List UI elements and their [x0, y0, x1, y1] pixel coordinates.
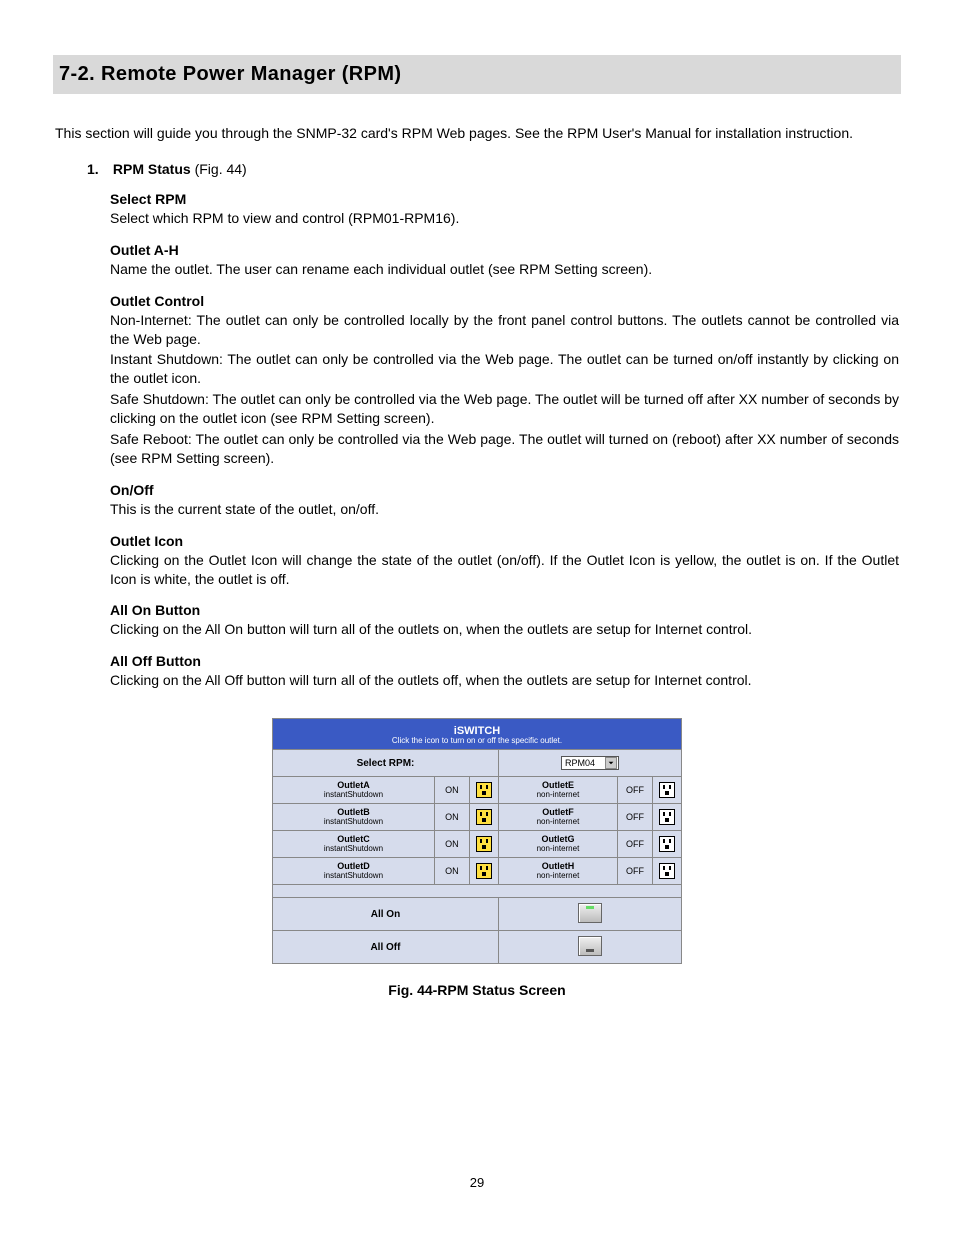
spacer: [273, 885, 682, 898]
outlet-icon[interactable]: [476, 863, 492, 879]
outlet-row: OutletCinstantShutdown ON OutletGnon-int…: [273, 831, 682, 858]
outlet-name-cell: OutletE non-internet: [498, 777, 617, 804]
outlet-name: OutletE: [542, 780, 574, 790]
outlet-name: OutletA: [337, 780, 370, 790]
text-outlet-control-2: Instant Shutdown: The outlet can only be…: [110, 350, 899, 388]
all-on-cell: [498, 898, 681, 931]
outlet-row: OutletBinstantShutdown ON OutletFnon-int…: [273, 804, 682, 831]
outlet-icon[interactable]: [476, 782, 492, 798]
section-number: 7-2.: [59, 63, 95, 85]
all-off-cell: [498, 931, 681, 964]
outlet-state: ON: [434, 777, 469, 804]
heading-outlet-control: Outlet Control: [110, 293, 899, 309]
all-off-label: All Off: [273, 931, 499, 964]
rpm-dropdown[interactable]: RPM04: [561, 756, 619, 770]
outlet-mode: non-internet: [500, 845, 616, 853]
select-rpm-label: Select RPM:: [273, 750, 499, 777]
text-all-off: Clicking on the All Off button will turn…: [110, 671, 899, 690]
outlet-icon[interactable]: [659, 863, 675, 879]
outlet-state: ON: [434, 858, 469, 885]
outlet-state: OFF: [618, 858, 653, 885]
outlet-name: OutletF: [542, 807, 574, 817]
list-item-number: 1.: [87, 161, 109, 177]
heading-outlet-ah: Outlet A-H: [110, 242, 899, 258]
heading-outlet-icon: Outlet Icon: [110, 533, 899, 549]
outlet-mode: instantShutdown: [274, 791, 433, 799]
list-item-title: RPM Status: [113, 161, 191, 177]
text-onoff: This is the current state of the outlet,…: [110, 500, 899, 519]
outlet-state: OFF: [618, 804, 653, 831]
outlet-mode: non-internet: [500, 872, 616, 880]
intro-paragraph: This section will guide you through the …: [55, 124, 899, 143]
outlet-mode: instantShutdown: [274, 818, 433, 826]
iswitch-title-cell: iSWITCH Click the icon to turn on or off…: [273, 719, 682, 750]
text-all-on: Clicking on the All On button will turn …: [110, 620, 899, 639]
iswitch-title: iSWITCH: [454, 725, 500, 737]
outlet-icon[interactable]: [659, 809, 675, 825]
outlet-icon[interactable]: [659, 836, 675, 852]
outlet-icon-cell: [469, 777, 498, 804]
outlet-name: OutletB: [337, 807, 370, 817]
outlet-icon[interactable]: [476, 836, 492, 852]
figure-caption: Fig. 44-RPM Status Screen: [388, 982, 565, 998]
outlet-mode: instantShutdown: [274, 845, 433, 853]
text-select-rpm: Select which RPM to view and control (RP…: [110, 209, 899, 228]
outlet-icon[interactable]: [476, 809, 492, 825]
outlet-name: OutletG: [541, 834, 574, 844]
all-on-label: All On: [273, 898, 499, 931]
outlet-state: ON: [434, 831, 469, 858]
all-off-button[interactable]: [578, 936, 602, 956]
outlet-mode: non-internet: [500, 791, 616, 799]
outlet-row: OutletDinstantShutdown ON OutletHnon-int…: [273, 858, 682, 885]
outlet-name: OutletD: [337, 861, 370, 871]
text-outlet-control-4: Safe Reboot: The outlet can only be cont…: [110, 430, 899, 468]
heading-select-rpm: Select RPM: [110, 191, 899, 207]
section-header: 7-2. Remote Power Manager (RPM): [53, 55, 901, 94]
list-item-rpm-status: 1. RPM Status (Fig. 44): [87, 161, 899, 177]
outlet-icon[interactable]: [659, 782, 675, 798]
heading-all-on: All On Button: [110, 602, 899, 618]
iswitch-table: iSWITCH Click the icon to turn on or off…: [272, 718, 682, 964]
outlet-name: OutletC: [337, 834, 370, 844]
outlet-mode: non-internet: [500, 818, 616, 826]
heading-onoff: On/Off: [110, 482, 899, 498]
outlet-state: OFF: [618, 831, 653, 858]
all-on-row: All On: [273, 898, 682, 931]
outlet-icon-cell: [653, 777, 682, 804]
text-outlet-ah: Name the outlet. The user can rename eac…: [110, 260, 899, 279]
outlet-state: OFF: [618, 777, 653, 804]
chevron-down-icon: [605, 757, 617, 769]
text-outlet-icon: Clicking on the Outlet Icon will change …: [110, 551, 899, 589]
outlet-name: OutletH: [542, 861, 575, 871]
iswitch-subtitle: Click the icon to turn on or off the spe…: [273, 737, 681, 746]
outlet-state: ON: [434, 804, 469, 831]
all-off-row: All Off: [273, 931, 682, 964]
text-outlet-control-3: Safe Shutdown: The outlet can only be co…: [110, 390, 899, 428]
text-outlet-control-1: Non-Internet: The outlet can only be con…: [110, 311, 899, 349]
all-on-button[interactable]: [578, 903, 602, 923]
section-title: Remote Power Manager (RPM): [101, 63, 401, 85]
rpm-dropdown-value: RPM04: [565, 758, 595, 768]
outlet-row: OutletA instantShutdown ON OutletE non-i…: [273, 777, 682, 804]
heading-all-off: All Off Button: [110, 653, 899, 669]
page-number: 29: [0, 1175, 954, 1190]
select-rpm-cell: RPM04: [498, 750, 681, 777]
outlet-mode: instantShutdown: [274, 872, 433, 880]
list-item-fig: (Fig. 44): [191, 161, 247, 177]
outlet-name-cell: OutletA instantShutdown: [273, 777, 435, 804]
